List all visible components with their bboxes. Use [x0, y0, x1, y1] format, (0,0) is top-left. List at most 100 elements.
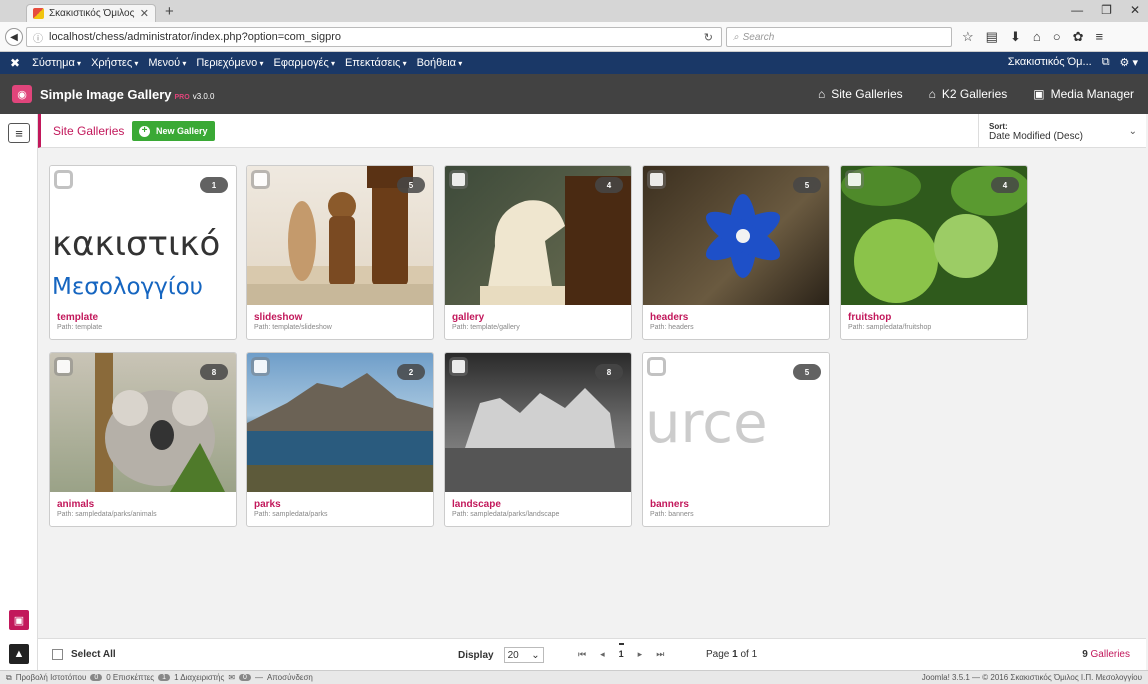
gallery-card-headers[interactable]: 5 headers Path: headers [642, 165, 830, 340]
back-icon[interactable]: ◀ [5, 28, 23, 46]
pro-badge: PRO [174, 94, 190, 101]
site-galleries-link[interactable]: ⌂ Site Galleries [818, 87, 903, 101]
gallery-info: landscape Path: sampledata/parks/landsca… [452, 499, 559, 518]
close-window-icon[interactable]: ✕ [1130, 3, 1140, 17]
search-placeholder: Search [742, 31, 775, 43]
menu-item-components[interactable]: Εφαρμογές [274, 57, 336, 69]
gallery-card-template[interactable]: κακιστικό Μεσολογγίου 1 template Path: t… [49, 165, 237, 340]
view-site-link[interactable]: Προβολή Ιστοτόπου [16, 673, 87, 682]
joomla-logo-icon[interactable]: ✖ [10, 56, 20, 70]
menu-item-users[interactable]: Χρήστες [91, 57, 138, 69]
gallery-name[interactable]: template [57, 312, 102, 323]
gallery-card-banners[interactable]: urce 5 banners Path: banners [642, 352, 830, 527]
gallery-thumbnail[interactable]: 5 [643, 166, 829, 305]
menu-item-content[interactable]: Περιεχόμενο [196, 57, 263, 69]
gallery-thumbnail[interactable]: 2 [247, 353, 433, 492]
display-select[interactable]: 20 ⌄ [503, 647, 544, 663]
new-gallery-label: New Gallery [156, 126, 208, 136]
menu-icon[interactable]: ≡ [1095, 29, 1103, 45]
first-page-icon[interactable]: ⏮ [578, 649, 586, 660]
menu-item-help[interactable]: Βοήθεια [417, 57, 463, 69]
gallery-checkbox[interactable] [650, 360, 663, 373]
site-galleries-label: Site Galleries [831, 87, 903, 101]
sort-select[interactable]: Sort: Date Modified (Desc) ⌄ [978, 114, 1148, 147]
logout-link[interactable]: Αποσύνδεση [267, 673, 313, 682]
gallery-thumbnail[interactable]: κακιστικό Μεσολογγίου 1 [50, 166, 236, 305]
gallery-card-gallery[interactable]: 4 gallery Path: template/gallery [444, 165, 632, 340]
gallery-name[interactable]: banners [650, 499, 694, 510]
sig-nav-links: ⌂ Site Galleries ⌂ K2 Galleries ▣ Media Man… [818, 87, 1134, 101]
browser-search-input[interactable]: ⌕ Search [726, 27, 952, 47]
media-manager-link[interactable]: ▣ Media Manager [1033, 87, 1134, 101]
gallery-thumbnail[interactable]: 8 [50, 353, 236, 492]
display-label: Display [458, 649, 494, 661]
gallery-thumbnail[interactable]: 8 [445, 353, 631, 492]
k2-galleries-link[interactable]: ⌂ K2 Galleries [929, 87, 1008, 101]
close-tab-icon[interactable]: ✕ [140, 7, 149, 20]
menu-item-menus[interactable]: Μενού [148, 57, 186, 69]
gallery-thumbnail[interactable]: 5 [247, 166, 433, 305]
app-title-text: Simple Image Gallery [40, 87, 172, 102]
gallery-thumbnail[interactable]: urce 5 [643, 353, 829, 492]
gallery-name[interactable]: fruitshop [848, 312, 931, 323]
hamburger-menu-icon[interactable]: ≡ [8, 123, 30, 143]
reload-icon[interactable]: ↻ [704, 31, 713, 44]
gallery-card-parks[interactable]: 2 parks Path: sampledata/parks [246, 352, 434, 527]
gallery-path: Path: template/gallery [452, 324, 520, 331]
download-icon[interactable]: ⬇ [1010, 29, 1021, 45]
gallery-name[interactable]: parks [254, 499, 328, 510]
gallery-checkbox[interactable] [650, 173, 663, 186]
minimize-icon[interactable]: — [1071, 3, 1083, 17]
gallery-name[interactable]: animals [57, 499, 157, 510]
gallery-name[interactable]: slideshow [254, 312, 332, 323]
gallery-checkbox[interactable] [254, 360, 267, 373]
last-page-icon[interactable]: ⏭ [656, 649, 664, 660]
menu-item-system[interactable]: Σύστημα [32, 57, 81, 69]
gallery-card-landscape[interactable]: 8 landscape Path: sampledata/parks/lands… [444, 352, 632, 527]
user-icon[interactable]: ▲ [9, 644, 29, 664]
browser-tab[interactable]: Σκακιστικός Όμιλος Ι.Π. ... ✕ [26, 4, 156, 22]
prev-page-icon[interactable]: ◂ [600, 649, 605, 660]
address-bar[interactable]: ⓘ localhost/chess/administrator/index.ph… [26, 27, 722, 47]
image-count-badge: 4 [595, 177, 623, 193]
bookmark-star-icon[interactable]: ☆ [962, 29, 974, 45]
thumb-text-2: Μεσολογγίου [52, 274, 203, 300]
image-gallery-icon[interactable]: ▣ [9, 610, 29, 630]
gallery-card-slideshow[interactable]: 5 slideshow Path: template/slideshow [246, 165, 434, 340]
restore-icon[interactable]: ❐ [1101, 3, 1112, 17]
external-link-icon: ⧉ [6, 672, 12, 682]
messages-badge: 0 [239, 674, 251, 681]
left-rail: ≡ ▣ ▲ [0, 114, 38, 670]
extension-icon[interactable]: ✿ [1073, 29, 1084, 45]
gallery-info: animals Path: sampledata/parks/animals [57, 499, 157, 518]
info-icon[interactable]: ⓘ [33, 30, 43, 45]
gallery-checkbox[interactable] [57, 360, 70, 373]
gallery-checkbox[interactable] [57, 173, 70, 186]
gallery-thumbnail[interactable]: 4 [445, 166, 631, 305]
page-title: Site Galleries [53, 124, 125, 138]
page-number-current[interactable]: 1 [618, 643, 624, 660]
select-all-label: Select All [71, 649, 116, 660]
settings-gear-icon[interactable]: ⚙ ▾ [1120, 56, 1138, 69]
site-name-link[interactable]: Σκακιστικός Όμ... [1008, 56, 1092, 69]
gallery-checkbox[interactable] [254, 173, 267, 186]
select-all-checkbox[interactable]: Select All [52, 649, 116, 660]
gallery-card-fruitshop[interactable]: 4 fruitshop Path: sampledata/fruitshop [840, 165, 1028, 340]
new-gallery-button[interactable]: + New Gallery [132, 121, 215, 141]
gallery-name[interactable]: headers [650, 312, 694, 323]
pocket-icon[interactable]: ○ [1053, 29, 1061, 45]
gallery-checkbox[interactable] [452, 360, 465, 373]
gallery-checkbox[interactable] [848, 173, 861, 186]
app-title: Simple Image Gallery PRO v3.0.0 [40, 87, 214, 102]
reading-list-icon[interactable]: ▤ [986, 29, 998, 45]
gallery-card-animals[interactable]: 8 animals Path: sampledata/parks/animals [49, 352, 237, 527]
gallery-checkbox[interactable] [452, 173, 465, 186]
gallery-thumbnail[interactable]: 4 [841, 166, 1027, 305]
gallery-name[interactable]: gallery [452, 312, 520, 323]
home-icon[interactable]: ⌂ [1033, 29, 1041, 45]
gallery-name[interactable]: landscape [452, 499, 559, 510]
menu-item-extensions[interactable]: Επεκτάσεις [345, 57, 407, 69]
gallery-path: Path: headers [650, 324, 694, 331]
new-tab-button[interactable]: + [165, 3, 174, 20]
next-page-icon[interactable]: ▸ [638, 649, 643, 660]
